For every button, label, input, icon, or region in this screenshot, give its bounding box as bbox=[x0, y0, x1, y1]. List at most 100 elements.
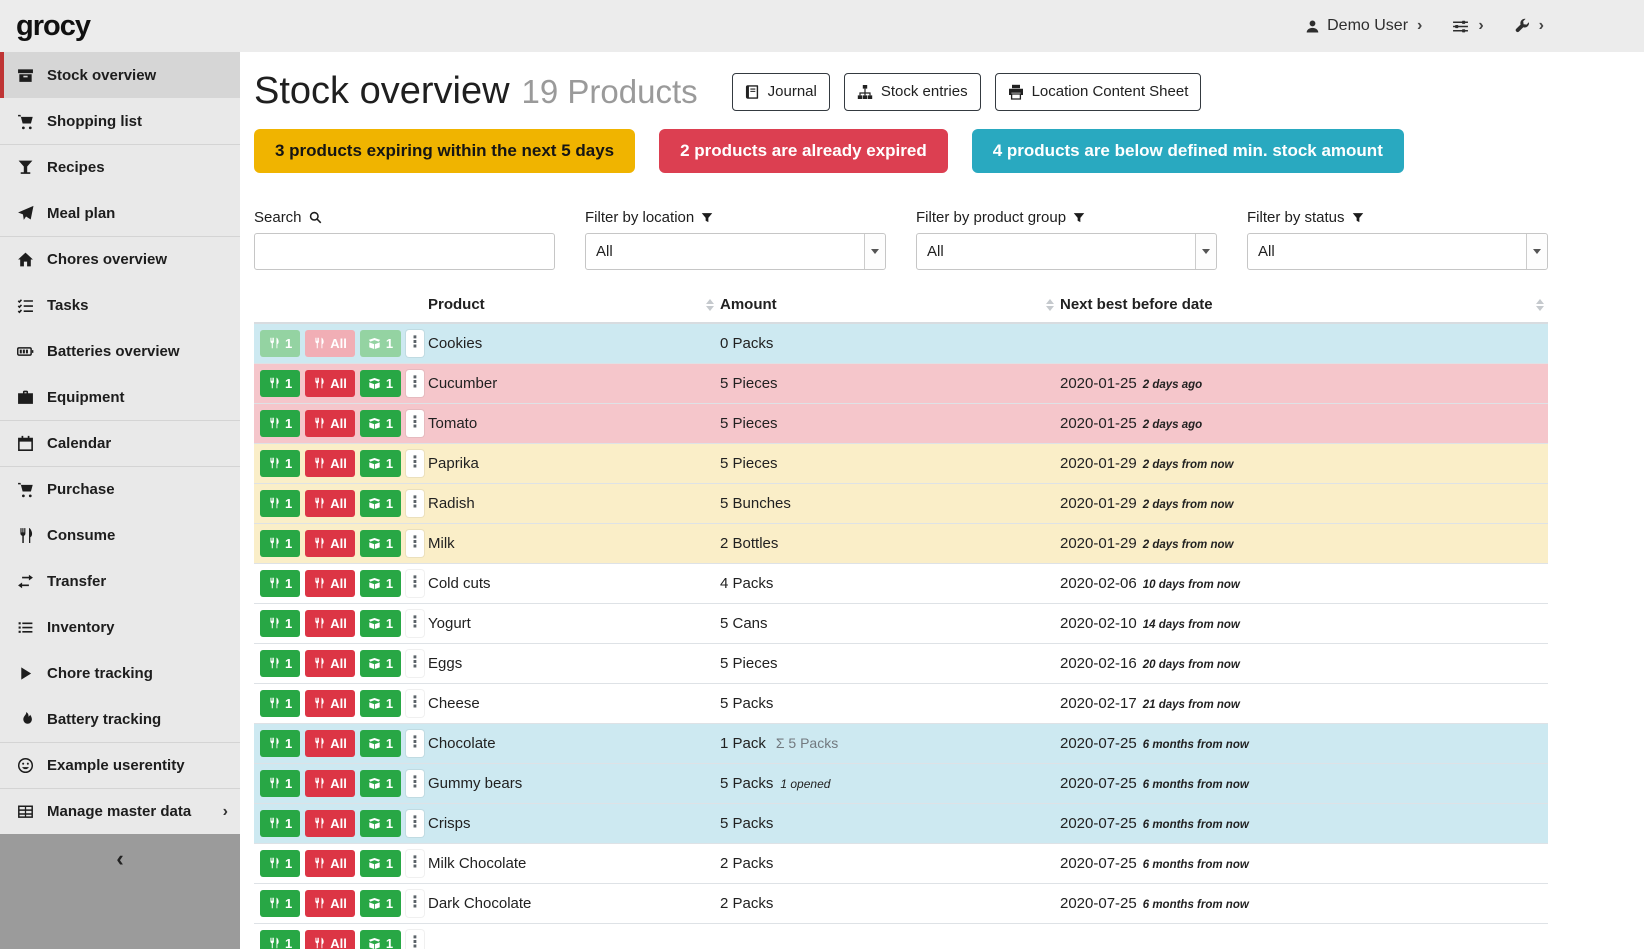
user-menu[interactable]: Demo User › bbox=[1305, 17, 1422, 35]
consume-all-button[interactable]: All bbox=[305, 370, 355, 397]
below-min-stock-alert[interactable]: 4 products are below defined min. stock … bbox=[972, 129, 1404, 173]
stock-entries-button[interactable]: Stock entries bbox=[844, 73, 981, 111]
column-amount[interactable]: Amount bbox=[718, 290, 1058, 323]
consume-one-button[interactable]: 1 bbox=[260, 530, 300, 557]
consume-one-button[interactable]: 1 bbox=[260, 810, 300, 837]
sort-icon[interactable] bbox=[706, 299, 714, 311]
open-one-button[interactable]: 1 bbox=[360, 730, 401, 757]
expired-alert[interactable]: 2 products are already expired bbox=[659, 129, 948, 173]
consume-one-button[interactable]: 1 bbox=[260, 490, 300, 517]
sort-icon[interactable] bbox=[1536, 299, 1544, 311]
sidebar-item-stock-overview[interactable]: Stock overview bbox=[0, 52, 240, 98]
settings-menu[interactable]: › bbox=[1452, 18, 1483, 35]
consume-one-button[interactable]: 1 bbox=[260, 570, 300, 597]
consume-all-button[interactable]: All bbox=[305, 890, 355, 917]
consume-all-button[interactable]: All bbox=[305, 530, 355, 557]
open-one-button[interactable]: 1 bbox=[360, 650, 401, 677]
consume-one-button[interactable]: 1 bbox=[260, 410, 300, 437]
consume-all-button[interactable]: All bbox=[305, 570, 355, 597]
location-content-sheet-button[interactable]: Location Content Sheet bbox=[995, 73, 1202, 111]
row-menu-button[interactable]: ⋮ bbox=[406, 450, 424, 477]
open-one-button[interactable]: 1 bbox=[360, 610, 401, 637]
open-one-button[interactable]: 1 bbox=[360, 810, 401, 837]
consume-all-button[interactable]: All bbox=[305, 410, 355, 437]
location-filter-select[interactable]: All bbox=[585, 233, 886, 270]
open-one-button[interactable]: 1 bbox=[360, 770, 401, 797]
sidebar-item-manage-master-data[interactable]: Manage master data › bbox=[0, 788, 240, 834]
open-one-button[interactable]: 1 bbox=[360, 930, 401, 949]
consume-all-button[interactable]: All bbox=[305, 730, 355, 757]
sidebar-item-battery-tracking[interactable]: Battery tracking bbox=[0, 696, 240, 742]
open-one-button[interactable]: 1 bbox=[360, 330, 401, 357]
column-next-best-before-date[interactable]: Next best before date bbox=[1058, 290, 1548, 323]
journal-button[interactable]: Journal bbox=[732, 73, 830, 111]
consume-all-button[interactable]: All bbox=[305, 450, 355, 477]
row-menu-button[interactable]: ⋮ bbox=[406, 890, 424, 917]
consume-one-button[interactable]: 1 bbox=[260, 730, 300, 757]
consume-all-button[interactable]: All bbox=[305, 690, 355, 717]
sidebar-item-recipes[interactable]: Recipes bbox=[0, 144, 240, 190]
consume-all-button[interactable]: All bbox=[305, 650, 355, 677]
sidebar-item-transfer[interactable]: Transfer bbox=[0, 558, 240, 604]
open-one-button[interactable]: 1 bbox=[360, 850, 401, 877]
consume-one-button[interactable]: 1 bbox=[260, 450, 300, 477]
column-product[interactable]: Product bbox=[426, 290, 718, 323]
sidebar-item-calendar[interactable]: Calendar bbox=[0, 420, 240, 466]
open-one-button[interactable]: 1 bbox=[360, 890, 401, 917]
sort-icon[interactable] bbox=[1046, 299, 1054, 311]
consume-one-button[interactable]: 1 bbox=[260, 690, 300, 717]
search-input[interactable] bbox=[254, 233, 555, 270]
open-one-button[interactable]: 1 bbox=[360, 450, 401, 477]
consume-all-button[interactable]: All bbox=[305, 330, 355, 357]
sidebar-item-shopping-list[interactable]: Shopping list bbox=[0, 98, 240, 144]
sidebar-item-consume[interactable]: Consume bbox=[0, 512, 240, 558]
sidebar-item-chores-overview[interactable]: Chores overview bbox=[0, 236, 240, 282]
consume-one-button[interactable]: 1 bbox=[260, 930, 300, 949]
consume-all-button[interactable]: All bbox=[305, 850, 355, 877]
row-menu-button[interactable]: ⋮ bbox=[406, 650, 424, 677]
sidebar-item-meal-plan[interactable]: Meal plan bbox=[0, 190, 240, 236]
open-one-button[interactable]: 1 bbox=[360, 530, 401, 557]
row-menu-button[interactable]: ⋮ bbox=[406, 370, 424, 397]
consume-all-button[interactable]: All bbox=[305, 490, 355, 517]
sidebar-item-equipment[interactable]: Equipment bbox=[0, 374, 240, 420]
open-one-button[interactable]: 1 bbox=[360, 690, 401, 717]
app-logo[interactable]: grocy bbox=[16, 10, 90, 43]
sidebar-item-inventory[interactable]: Inventory bbox=[0, 604, 240, 650]
row-menu-button[interactable]: ⋮ bbox=[406, 930, 424, 949]
status-filter-select[interactable]: All bbox=[1247, 233, 1548, 270]
sidebar-item-chore-tracking[interactable]: Chore tracking bbox=[0, 650, 240, 696]
row-menu-button[interactable]: ⋮ bbox=[406, 850, 424, 877]
open-one-button[interactable]: 1 bbox=[360, 370, 401, 397]
sidebar-item-tasks[interactable]: Tasks bbox=[0, 282, 240, 328]
sidebar-item-example-userentity[interactable]: Example userentity bbox=[0, 742, 240, 788]
consume-one-button[interactable]: 1 bbox=[260, 610, 300, 637]
consume-one-button[interactable]: 1 bbox=[260, 370, 300, 397]
consume-all-button[interactable]: All bbox=[305, 930, 355, 949]
sidebar-item-purchase[interactable]: Purchase bbox=[0, 466, 240, 512]
row-menu-button[interactable]: ⋮ bbox=[406, 410, 424, 437]
consume-all-button[interactable]: All bbox=[305, 770, 355, 797]
open-one-button[interactable]: 1 bbox=[360, 490, 401, 517]
admin-menu[interactable]: › bbox=[1514, 18, 1544, 34]
consume-one-button[interactable]: 1 bbox=[260, 890, 300, 917]
row-menu-button[interactable]: ⋮ bbox=[406, 330, 424, 357]
row-menu-button[interactable]: ⋮ bbox=[406, 490, 424, 517]
row-menu-button[interactable]: ⋮ bbox=[406, 690, 424, 717]
consume-one-button[interactable]: 1 bbox=[260, 330, 300, 357]
row-menu-button[interactable]: ⋮ bbox=[406, 810, 424, 837]
consume-one-button[interactable]: 1 bbox=[260, 770, 300, 797]
consume-one-button[interactable]: 1 bbox=[260, 650, 300, 677]
sidebar-item-batteries-overview[interactable]: Batteries overview bbox=[0, 328, 240, 374]
open-one-button[interactable]: 1 bbox=[360, 410, 401, 437]
row-menu-button[interactable]: ⋮ bbox=[406, 530, 424, 557]
product-group-filter-select[interactable]: All bbox=[916, 233, 1217, 270]
consume-all-button[interactable]: All bbox=[305, 810, 355, 837]
expiring-soon-alert[interactable]: 3 products expiring within the next 5 da… bbox=[254, 129, 635, 173]
row-menu-button[interactable]: ⋮ bbox=[406, 610, 424, 637]
consume-all-button[interactable]: All bbox=[305, 610, 355, 637]
row-menu-button[interactable]: ⋮ bbox=[406, 730, 424, 757]
row-menu-button[interactable]: ⋮ bbox=[406, 770, 424, 797]
sidebar-collapse-button[interactable]: ‹ bbox=[0, 834, 240, 949]
row-menu-button[interactable]: ⋮ bbox=[406, 570, 424, 597]
